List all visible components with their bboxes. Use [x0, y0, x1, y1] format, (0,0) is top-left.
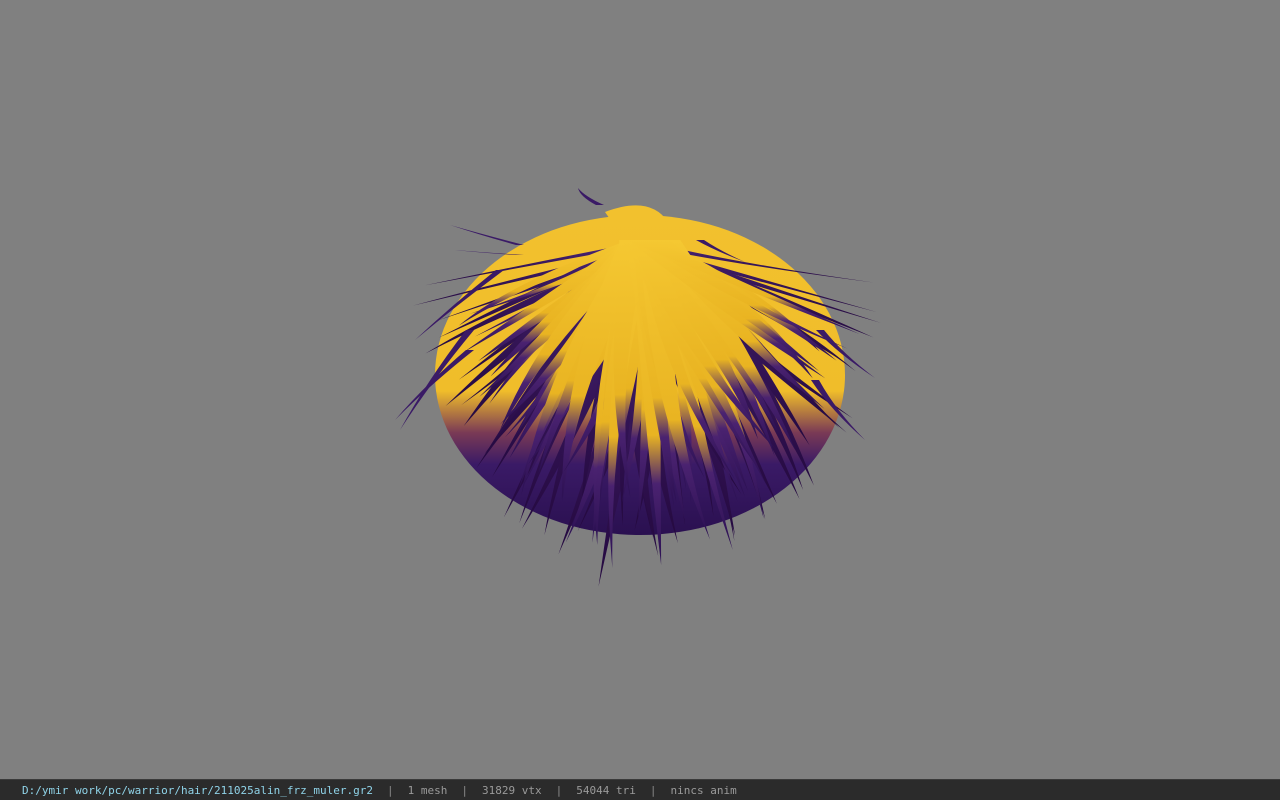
status-bar: D:/ymir work/pc/warrior/hair/211025alin_… [0, 779, 1280, 800]
triangle-count-label: 54044 tri [576, 783, 636, 797]
3d-viewport[interactable] [0, 0, 1280, 779]
hair-strand [450, 225, 524, 245]
separator: | [649, 783, 657, 797]
separator: | [387, 783, 394, 797]
hair-strand [578, 188, 604, 205]
file-path-label: D:/ymir work/pc/warrior/hair/211025alin_… [22, 783, 373, 797]
separator: | [461, 783, 468, 797]
hair-model-render[interactable] [0, 0, 1280, 779]
vertex-count-label: 31829 vtx [482, 783, 542, 797]
mesh-count-label: 1 mesh [407, 783, 448, 797]
separator: | [555, 783, 563, 797]
animation-status-label: nincs anim [670, 783, 737, 797]
